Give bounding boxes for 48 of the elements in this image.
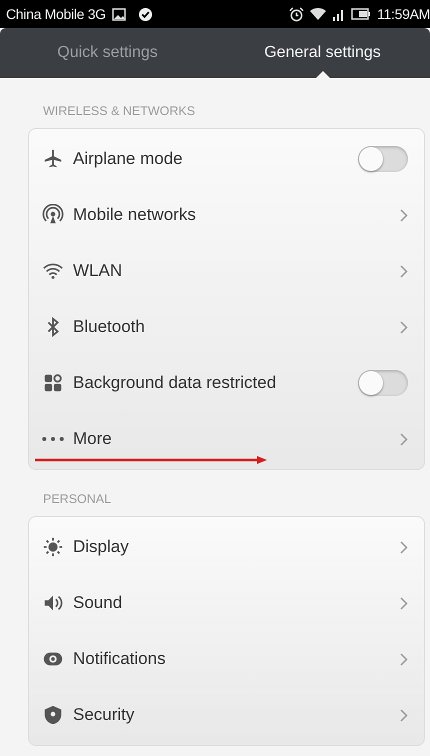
toggle-switch[interactable]	[358, 146, 408, 172]
settings-row[interactable]: Bluetooth	[29, 299, 424, 355]
settings-row[interactable]: Background data restricted	[29, 355, 424, 411]
settings-row[interactable]: Notifications	[29, 631, 424, 687]
row-label: Background data restricted	[73, 373, 278, 393]
signal-icon	[332, 8, 346, 20]
row-label: Notifications	[73, 649, 167, 669]
brightness-icon	[42, 536, 64, 558]
chevron-icon	[400, 596, 408, 610]
airplane-icon	[42, 148, 64, 170]
chevron-icon	[400, 540, 408, 554]
settings-row[interactable]: Security	[29, 687, 424, 743]
settings-row[interactable]: Display	[29, 519, 424, 575]
row-label: WLAN	[73, 261, 124, 281]
row-label: Display	[73, 537, 130, 557]
chevron-icon	[400, 320, 408, 334]
chevron-icon	[400, 652, 408, 666]
row-label: Security	[73, 705, 136, 725]
row-label: Bluetooth	[73, 317, 146, 337]
grid-icon	[42, 372, 64, 394]
settings-row[interactable]: Airplane mode	[29, 131, 424, 187]
chevron-icon	[400, 432, 408, 446]
antenna-icon	[42, 204, 64, 226]
tab[interactable]: Quick settings	[0, 28, 215, 78]
battery-icon	[351, 8, 372, 20]
wifi-icon	[310, 7, 326, 21]
section-header: WIRELESS & NETWORKS	[42, 104, 196, 120]
check-icon	[138, 6, 153, 22]
clock-time: 11:59AM	[377, 6, 430, 22]
chevron-icon	[400, 208, 408, 222]
settings-row[interactable]: Mobile networks	[29, 187, 424, 243]
tab[interactable]: General settings	[215, 28, 430, 78]
more-icon	[42, 437, 64, 441]
settings-row[interactable]: WLAN	[29, 243, 424, 299]
carrier-name: China Mobile 3G	[6, 6, 106, 22]
settings-row[interactable]: Sound	[29, 575, 424, 631]
row-label: Airplane mode	[73, 149, 184, 169]
chevron-icon	[400, 708, 408, 722]
chevron-icon	[400, 264, 408, 278]
row-label: Mobile networks	[73, 205, 197, 225]
row-label: More	[73, 429, 113, 449]
row-label: Sound	[73, 593, 124, 613]
settings-row[interactable]: More	[29, 411, 424, 467]
toggle-switch[interactable]	[358, 370, 408, 396]
section-header: PERSONAL	[42, 492, 112, 508]
shield-icon	[42, 704, 64, 726]
alarm-icon	[289, 6, 304, 22]
image-icon	[112, 8, 126, 20]
